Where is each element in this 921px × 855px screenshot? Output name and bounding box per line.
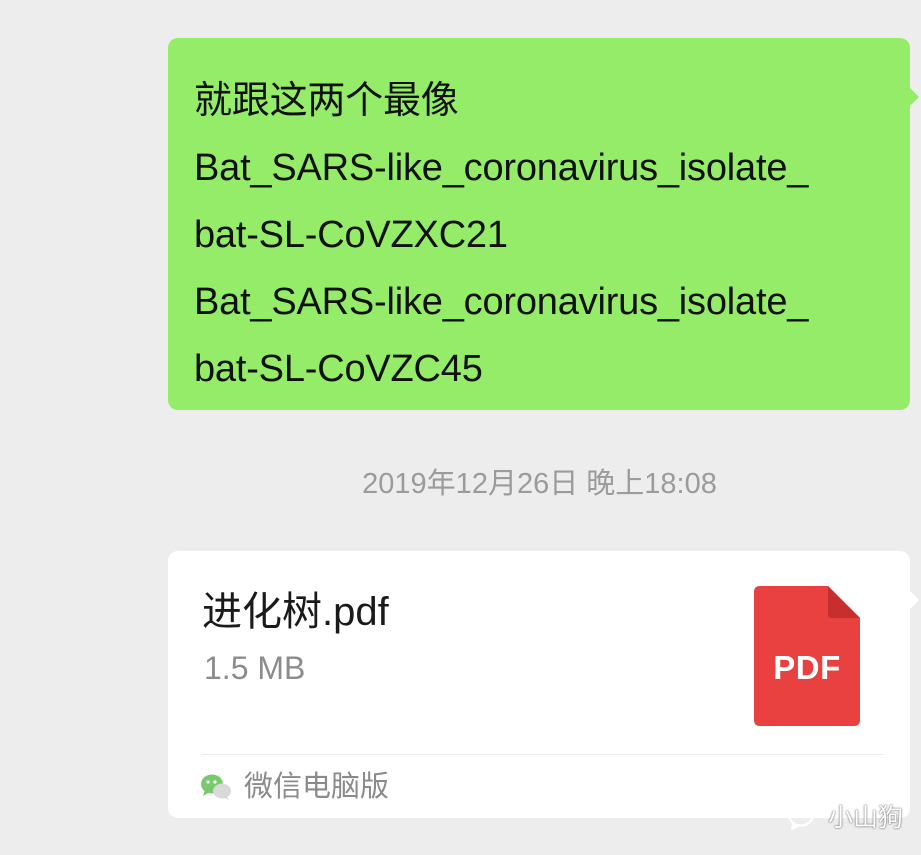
watermark-text: 小山狗 <box>828 804 904 832</box>
file-size: 1.5 MB <box>204 650 306 686</box>
wechat-official-account-icon <box>788 805 814 831</box>
watermark: 小山狗 <box>788 798 903 838</box>
source-label: 微信电脑版 <box>244 771 390 803</box>
message-line: 就跟这两个最像 <box>194 80 459 122</box>
pdf-icon-label: PDF <box>773 649 841 686</box>
text-message-bubble[interactable]: 就跟这两个最像 Bat_SARS-like_coronavirus_isolat… <box>168 38 919 410</box>
file-message-card[interactable]: 进化树.pdf 1.5 MB PDF 微信电脑版 <box>168 551 919 818</box>
message-timestamp: 2019年12月26日 晚上18:08 <box>362 468 717 500</box>
pdf-file-icon: PDF <box>754 586 860 726</box>
message-line: Bat_SARS-like_coronavirus_isolate_ <box>194 147 809 189</box>
wechat-icon <box>201 774 231 800</box>
file-name: 进化树.pdf <box>202 590 389 634</box>
message-line: Bat_SARS-like_coronavirus_isolate_ <box>194 281 809 323</box>
message-line: bat-SL-CoVZXC21 <box>194 214 508 256</box>
message-line: bat-SL-CoVZC45 <box>194 348 483 390</box>
card-divider <box>202 754 884 755</box>
